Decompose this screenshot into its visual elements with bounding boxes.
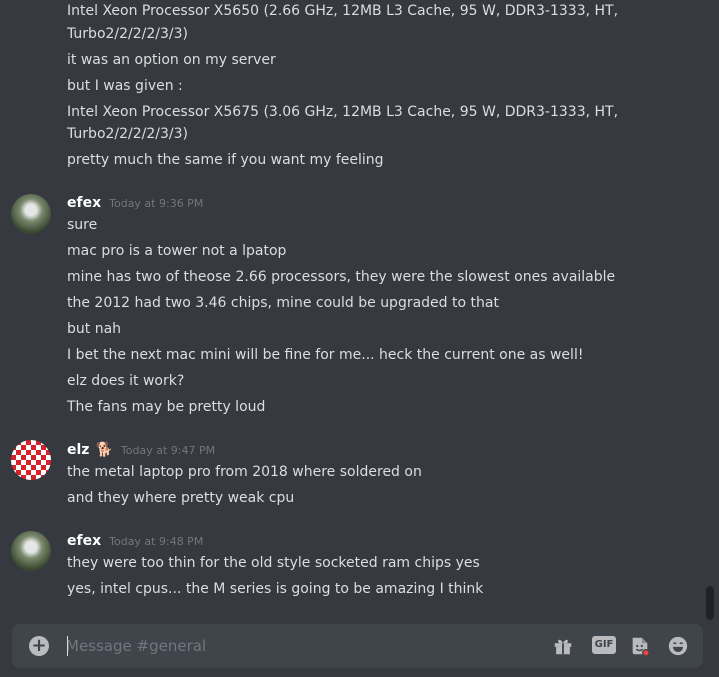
timestamp: Today at 9:36 PM	[109, 197, 204, 210]
text-caret	[67, 636, 68, 656]
message-header: efex Today at 9:48 PM	[67, 531, 203, 551]
plus-circle-icon[interactable]: +	[29, 636, 49, 656]
message-line: Turbo2/2/2/2/3/3)	[67, 126, 188, 142]
scrollbar-thumb[interactable]	[706, 586, 714, 620]
message-input[interactable]	[66, 634, 536, 658]
message-line: but I was given :	[67, 78, 183, 94]
scrollbar-track[interactable]	[706, 0, 716, 615]
message-line: elz does it work?	[67, 373, 185, 389]
message-line: the 2012 had two 3.46 chips, mine could …	[67, 295, 499, 311]
message-composer: + GIF	[12, 624, 703, 668]
timestamp: Today at 9:47 PM	[120, 444, 216, 457]
message-line: the metal laptop pro from 2018 where sol…	[67, 464, 422, 480]
message-header: efex Today at 9:36 PM	[67, 193, 203, 213]
message-line: it was an option on my server	[67, 52, 276, 68]
emoji-icon[interactable]	[667, 634, 689, 658]
username[interactable]: efex	[67, 531, 101, 551]
message-line: I bet the next mac mini will be fine for…	[67, 347, 584, 363]
chat-window: Intel Xeon Processor X5650 (2.66 GHz, 12…	[0, 0, 719, 677]
message-line: yes, intel cpus... the M series is going…	[67, 581, 484, 597]
message-header: elz 🐕 Today at 9:47 PM	[67, 440, 215, 460]
username[interactable]: efex	[67, 193, 101, 213]
message-line: Turbo2/2/2/2/3/3)	[67, 26, 188, 42]
message-line: and they where pretty weak cpu	[67, 490, 295, 506]
sticker-icon[interactable]	[629, 634, 651, 658]
timestamp: Today at 9:48 PM	[109, 535, 204, 548]
avatar-efex[interactable]	[11, 194, 51, 234]
message-line: sure	[67, 217, 98, 233]
gif-button[interactable]: GIF	[592, 636, 616, 654]
message-line: mac pro is a tower not a lpatop	[67, 243, 287, 259]
avatar-elz[interactable]	[11, 440, 51, 480]
username[interactable]: elz	[67, 440, 89, 460]
message-line: The fans may be pretty loud	[67, 399, 266, 415]
message-line: mine has two of theose 2.66 processors, …	[67, 269, 616, 285]
message-line: pretty much the same if you want my feel…	[67, 152, 384, 168]
gift-icon[interactable]	[552, 634, 574, 658]
message-line: but nah	[67, 321, 122, 337]
avatar-efex[interactable]	[11, 531, 51, 571]
dog-emoji-icon: 🐕	[95, 442, 113, 458]
message-line: they were too thin for the old style soc…	[67, 555, 480, 571]
message-list: Intel Xeon Processor X5650 (2.66 GHz, 12…	[0, 0, 704, 615]
